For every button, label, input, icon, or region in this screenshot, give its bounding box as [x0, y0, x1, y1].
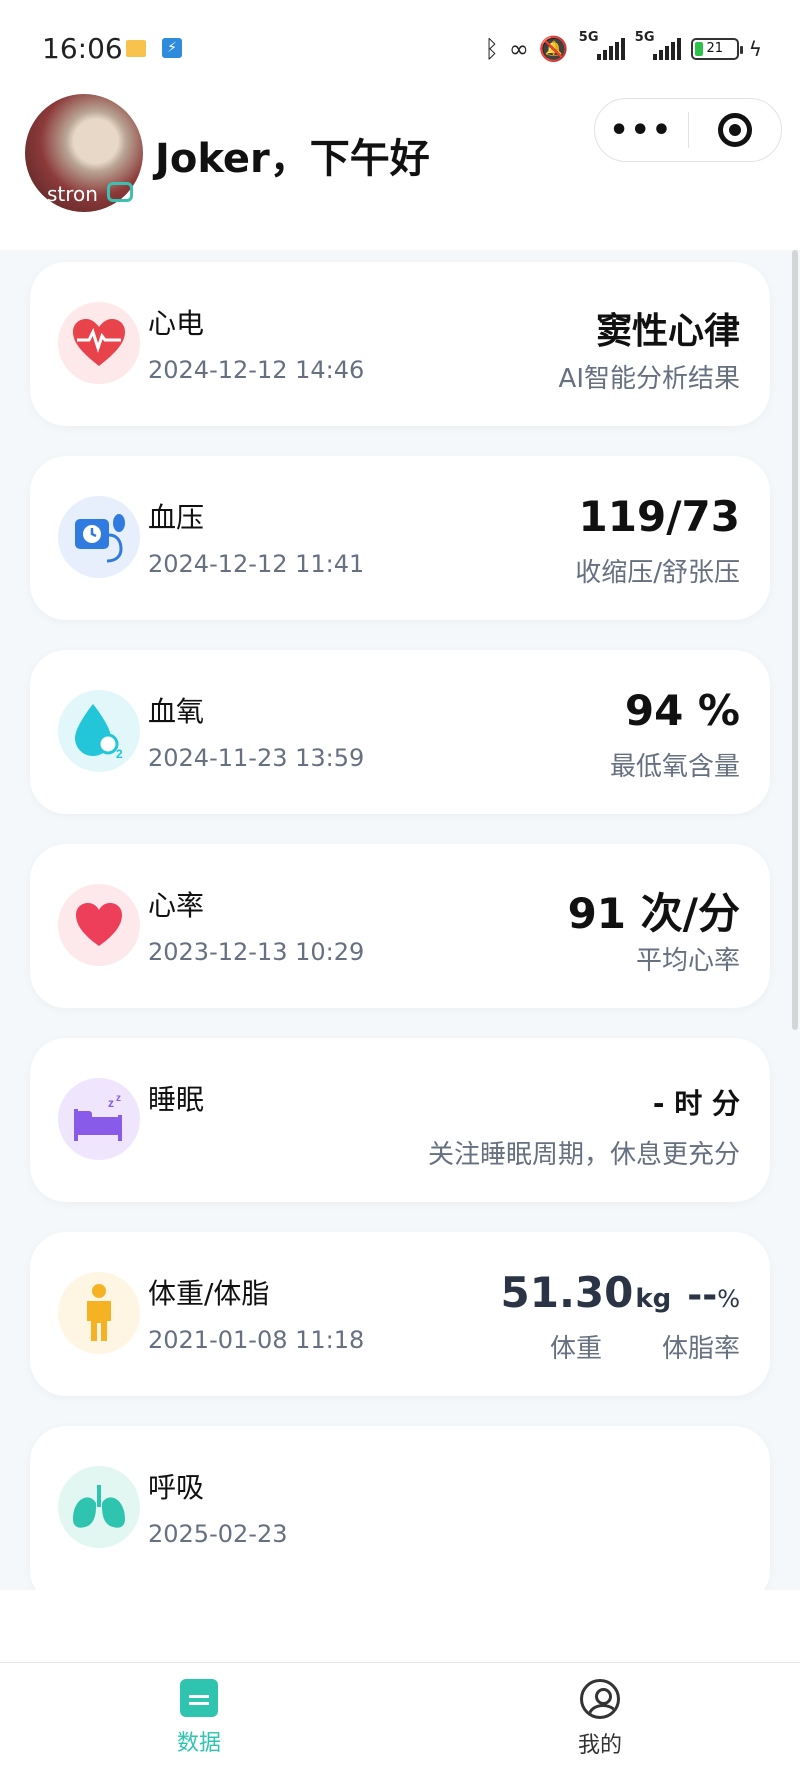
weight-values: 51.30 kg -- % — [501, 1268, 740, 1317]
switch-account-icon[interactable] — [107, 182, 133, 202]
network-type: 5G — [578, 30, 599, 45]
card-date: 2024-12-12 14:46 — [148, 356, 365, 384]
usb-icon: ⚡ — [162, 38, 182, 58]
body-weight-icon — [58, 1272, 140, 1354]
card-sub: 平均心率 — [635, 946, 740, 976]
card-date: 2024-11-23 13:59 — [148, 744, 365, 772]
ecg-heart-icon — [58, 302, 140, 384]
card-blood-pressure[interactable]: 血压 2024-12-12 11:41 119/73 收缩压/舒张压 — [30, 456, 770, 620]
oxygen-drop-icon: 2 — [58, 690, 140, 772]
card-sub: 关注睡眠周期，休息更充分 — [427, 1140, 740, 1170]
tab-data[interactable]: 数据 — [139, 1679, 259, 1757]
link-icon: ∞ — [508, 35, 529, 63]
card-breathing[interactable]: 呼吸 2025-02-23 — [30, 1426, 770, 1590]
card-value: 窦性心律 — [595, 311, 740, 352]
blood-pressure-icon — [58, 496, 140, 578]
svg-text:2: 2 — [116, 747, 123, 760]
card-value: - 时 分 — [652, 1087, 740, 1120]
body-fat-label: 体脂率 — [661, 1334, 740, 1364]
notification-icon — [126, 40, 146, 57]
card-title: 血氧 — [148, 695, 205, 728]
body-fat-unit: % — [717, 1285, 740, 1313]
mini-program-capsule: ••• — [594, 98, 782, 162]
card-title: 睡眠 — [148, 1083, 205, 1116]
weight-label: 体重 — [549, 1334, 602, 1364]
charging-icon: ϟ — [748, 37, 762, 61]
tab-label: 数据 — [176, 1731, 221, 1756]
card-value: 119/73 — [578, 492, 740, 541]
greeting: Joker，下午好 — [155, 136, 430, 182]
more-icon[interactable]: ••• — [595, 113, 688, 148]
avatar-text: stron — [47, 182, 98, 206]
signal-icon-2: 5G — [635, 30, 681, 60]
header: stron Joker，下午好 ••• — [0, 90, 800, 250]
card-sleep[interactable]: zz 睡眠 - 时 分 关注睡眠周期，休息更充分 — [30, 1038, 770, 1202]
signal-icon: 5G — [579, 30, 625, 60]
card-sub: AI智能分析结果 — [558, 364, 740, 394]
mute-icon: 🔕 — [538, 35, 569, 63]
lungs-icon — [58, 1466, 140, 1548]
battery-level: 21 — [706, 41, 724, 56]
weight-value: 51.30 — [500, 1268, 634, 1317]
heart-icon — [58, 884, 140, 966]
status-time: 16:06 — [42, 32, 123, 65]
scrollbar[interactable] — [792, 250, 798, 1030]
card-title: 心电 — [148, 307, 205, 340]
weight-labels: 体重 体脂率 — [550, 1328, 740, 1365]
card-sub: 最低氧含量 — [609, 752, 740, 782]
health-data-list[interactable]: 心电 2024-12-12 14:46 窦性心律 AI智能分析结果 血压 202… — [0, 250, 800, 1590]
card-weight[interactable]: 体重/体脂 2021-01-08 11:18 51.30 kg -- % 体重 … — [30, 1232, 770, 1396]
profile-tab-icon — [580, 1679, 620, 1719]
target-icon — [717, 113, 752, 147]
bluetooth-icon: ᛒ — [484, 35, 499, 63]
card-date: 2021-01-08 11:18 — [148, 1326, 365, 1354]
body-fat-value: -- — [687, 1275, 718, 1316]
card-value: 91 次/分 — [567, 889, 740, 938]
network-type-2: 5G — [634, 30, 655, 45]
card-title: 呼吸 — [148, 1471, 205, 1504]
svg-text:z: z — [116, 1093, 121, 1104]
card-heart-rate[interactable]: 心率 2023-12-13 10:29 91 次/分 平均心率 — [30, 844, 770, 1008]
weight-unit: kg — [635, 1284, 672, 1314]
close-target-button[interactable] — [689, 113, 782, 147]
tab-mine[interactable]: 我的 — [540, 1679, 660, 1759]
card-sub: 收缩压/舒张压 — [575, 558, 740, 588]
status-icons: ᛒ ∞ 🔕 5G 5G 21 ϟ — [484, 30, 763, 66]
card-blood-oxygen[interactable]: 2 血氧 2024-11-23 13:59 94 % 最低氧含量 — [30, 650, 770, 814]
tab-bar: 数据 我的 — [0, 1662, 800, 1778]
card-value: 94 % — [624, 686, 740, 735]
battery-icon: 21 — [690, 38, 743, 60]
card-title: 心率 — [148, 889, 205, 922]
card-ecg[interactable]: 心电 2024-12-12 14:46 窦性心律 AI智能分析结果 — [30, 262, 770, 426]
svg-text:z: z — [108, 1096, 114, 1110]
tab-label: 我的 — [577, 1733, 622, 1758]
card-date: 2025-02-23 — [148, 1520, 288, 1548]
card-title: 体重/体脂 — [148, 1277, 270, 1310]
sleep-bed-icon: zz — [58, 1078, 140, 1160]
data-tab-icon — [180, 1679, 218, 1717]
card-title: 血压 — [148, 501, 205, 534]
card-date: 2023-12-13 10:29 — [148, 938, 365, 966]
status-bar: 16:06 ⚡ ᛒ ∞ 🔕 5G 5G 21 ϟ — [0, 0, 800, 100]
card-date: 2024-12-12 11:41 — [148, 550, 365, 578]
